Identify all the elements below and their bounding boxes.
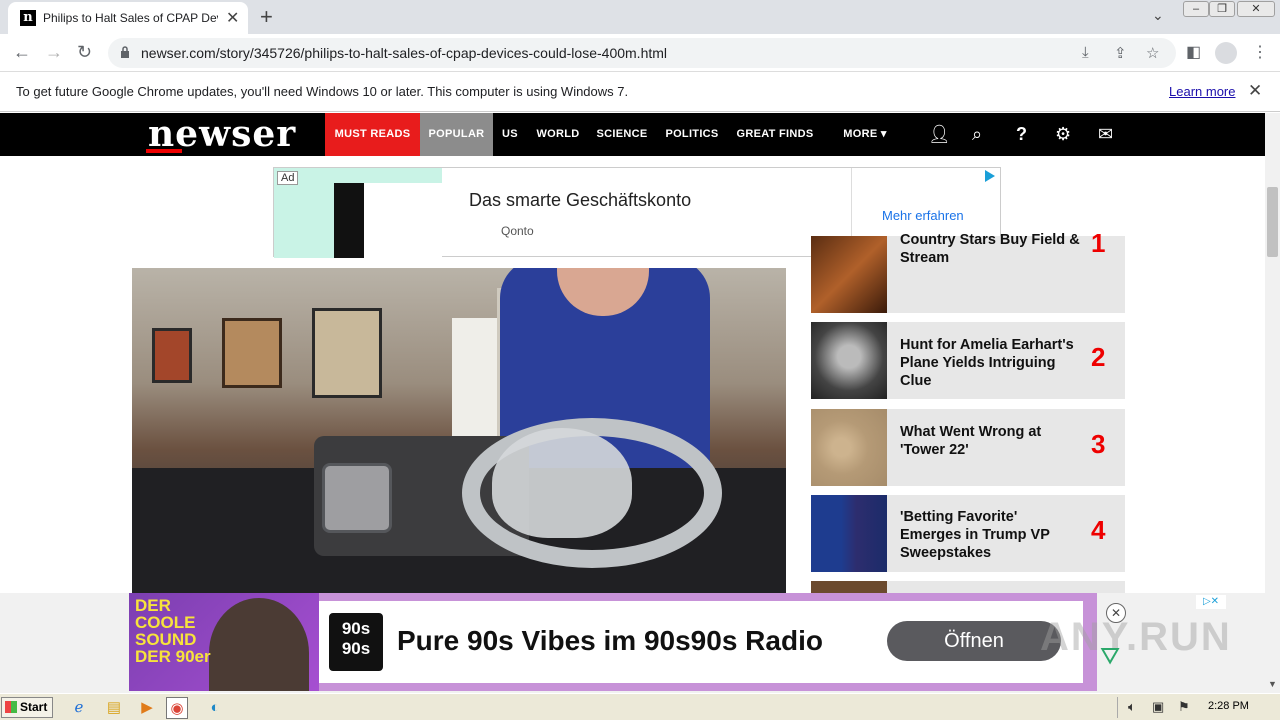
newsletter-envelope-icon[interactable]: ✉ xyxy=(1098,124,1113,145)
ad-promo-image: DER COOLE SOUND DER 90er xyxy=(129,593,319,691)
tab-close-icon[interactable]: ✕ xyxy=(226,8,239,28)
tab-title: Philips to Halt Sales of CPAP Devices xyxy=(43,11,218,25)
popular-title[interactable]: Country Stars Buy Field & Stream xyxy=(900,231,1080,267)
nav-more[interactable]: MORE ▾ xyxy=(836,113,894,156)
reload-icon[interactable]: ↻ xyxy=(77,42,92,63)
page-scrollbar[interactable]: ▼ xyxy=(1265,113,1280,693)
edge-icon[interactable]: ◐ xyxy=(204,697,226,719)
learn-more-link[interactable]: Learn more xyxy=(1169,84,1235,99)
ad-badge: Ad xyxy=(277,171,299,185)
nav-popular[interactable]: POPULAR xyxy=(420,113,493,156)
popular-rank: 1 xyxy=(1091,228,1106,258)
popular-title[interactable]: What Went Wrong at 'Tower 22' xyxy=(900,423,1080,459)
forward-icon[interactable]: → xyxy=(45,42,63,63)
address-bar[interactable]: newser.com/story/345726/philips-to-halt-… xyxy=(108,38,1176,68)
menu-kebab-icon[interactable]: ⋮ xyxy=(1252,42,1268,62)
ad-content: 90s 90s Pure 90s Vibes im 90s90s Radio Ö… xyxy=(319,601,1083,683)
open-button[interactable]: Öffnen xyxy=(887,621,1061,661)
share-icon[interactable]: ⇪ xyxy=(1114,44,1127,62)
new-tab-button[interactable]: + xyxy=(260,4,273,30)
popular-rank: 3 xyxy=(1091,429,1106,459)
story-photo xyxy=(132,268,786,598)
nav-world[interactable]: WORLD xyxy=(532,113,584,156)
popular-title[interactable]: Hunt for Amelia Earhart's Plane Yields I… xyxy=(900,336,1080,390)
popular-rank: 2 xyxy=(1091,342,1106,372)
scroll-down-arrow-icon[interactable]: ▼ xyxy=(1268,679,1277,689)
tray-separator xyxy=(1117,697,1118,718)
lock-icon xyxy=(121,46,129,58)
ad-thumbnail xyxy=(274,168,442,258)
popular-item[interactable]: Hunt for Amelia Earhart's Plane Yields I… xyxy=(811,322,1125,399)
nav-science[interactable]: SCIENCE xyxy=(593,113,651,156)
update-infobar: To get future Google Chrome updates, you… xyxy=(0,72,1280,112)
ad-cta-link[interactable]: Mehr erfahren xyxy=(882,208,964,223)
nav-great-finds[interactable]: GREAT FINDS xyxy=(733,113,817,156)
bottom-sticky-ad: DER COOLE SOUND DER 90er 90s 90s Pure 90… xyxy=(0,593,1265,693)
restore-button[interactable]: ❐ xyxy=(1209,1,1235,17)
browser-tab[interactable]: n Philips to Halt Sales of CPAP Devices … xyxy=(8,2,248,34)
tab-search-chevron-icon[interactable]: ⌄ xyxy=(1152,7,1164,24)
popular-item[interactable]: Country Stars Buy Field & Stream 1 xyxy=(811,228,1125,313)
ad-title[interactable]: Das smarte Geschäftskonto xyxy=(469,190,691,211)
infobar-close-icon[interactable]: ✕ xyxy=(1248,81,1262,101)
popular-thumbnail xyxy=(811,322,887,399)
popular-thumbnail xyxy=(811,236,887,313)
watermark: ANY.RUN xyxy=(1040,615,1232,659)
popular-thumbnail xyxy=(811,495,887,572)
adchoices-icon[interactable] xyxy=(985,170,995,182)
browser-toolbar: ← → ↻ newser.com/story/345726/philips-to… xyxy=(0,34,1280,72)
start-label: Start xyxy=(20,700,48,714)
help-icon[interactable]: ? xyxy=(1016,124,1027,145)
user-icon[interactable]: 👤︎ xyxy=(928,124,951,145)
install-icon[interactable]: ⤓ xyxy=(1082,44,1089,61)
scrollbar-thumb[interactable] xyxy=(1267,187,1278,257)
explorer-folder-icon[interactable]: ▤ xyxy=(103,697,125,719)
network-icon[interactable]: ▣ xyxy=(1152,699,1164,715)
minimize-button[interactable]: – xyxy=(1183,1,1209,17)
adchoices-icon[interactable]: ▷✕ xyxy=(1196,595,1226,609)
url-text: newser.com/story/345726/philips-to-halt-… xyxy=(141,45,668,61)
nav-must-reads[interactable]: MUST READS xyxy=(325,113,420,156)
popular-rank: 4 xyxy=(1091,515,1106,545)
gear-icon[interactable]: ⚙ xyxy=(1055,124,1071,145)
start-button[interactable]: Start xyxy=(1,697,53,718)
back-icon[interactable]: ← xyxy=(13,42,31,63)
ad-advertiser: Qonto xyxy=(501,224,534,238)
windows-flag-icon xyxy=(5,701,17,713)
bookmark-star-icon[interactable]: ☆ xyxy=(1146,44,1159,62)
profile-avatar-icon[interactable] xyxy=(1215,42,1237,64)
nav-politics[interactable]: POLITICS xyxy=(661,113,723,156)
watermark-logo-icon: ⛛ xyxy=(1100,643,1121,670)
ad-promo-text: DER COOLE SOUND DER 90er xyxy=(135,596,211,666)
popular-title[interactable]: 'Betting Favorite' Emerges in Trump VP S… xyxy=(900,508,1080,562)
newser-favicon-icon: n xyxy=(20,10,36,26)
action-center-flag-icon[interactable]: ⚑ xyxy=(1178,699,1190,715)
ie-icon[interactable]: ℯ xyxy=(68,697,90,719)
tab-strip: n Philips to Halt Sales of CPAP Devices … xyxy=(0,0,1280,34)
popular-item[interactable]: What Went Wrong at 'Tower 22' 3 xyxy=(811,409,1125,486)
media-player-icon[interactable]: ▶ xyxy=(136,697,158,719)
side-panel-icon[interactable]: ◧ xyxy=(1186,42,1201,62)
clock[interactable]: 2:28 PM xyxy=(1208,700,1249,712)
infobar-message: To get future Google Chrome updates, you… xyxy=(16,84,629,99)
close-window-button[interactable]: ✕ xyxy=(1237,1,1275,17)
volume-icon[interactable]: 🔈︎ xyxy=(1128,699,1136,715)
popular-item[interactable]: 'Betting Favorite' Emerges in Trump VP S… xyxy=(811,495,1125,572)
search-icon[interactable]: ⌕ xyxy=(972,124,982,145)
ad-headline[interactable]: Pure 90s Vibes im 90s90s Radio xyxy=(397,625,823,657)
radio-logo: 90s 90s xyxy=(329,613,383,671)
windows-taskbar: Start ℯ ▤ ▶ ◉ ◐ 🔈︎ ▣ ⚑ 2:28 PM xyxy=(0,693,1280,720)
popular-thumbnail xyxy=(811,409,887,486)
site-nav: newser MUST READS POPULAR US WORLD SCIEN… xyxy=(0,113,1265,156)
page-viewport: newser MUST READS POPULAR US WORLD SCIEN… xyxy=(0,113,1265,693)
nav-us[interactable]: US xyxy=(495,113,525,156)
logo-underline xyxy=(146,149,182,153)
radio-ad-banner[interactable]: DER COOLE SOUND DER 90er 90s 90s Pure 90… xyxy=(129,593,1226,691)
chrome-icon[interactable]: ◉ xyxy=(166,697,188,719)
